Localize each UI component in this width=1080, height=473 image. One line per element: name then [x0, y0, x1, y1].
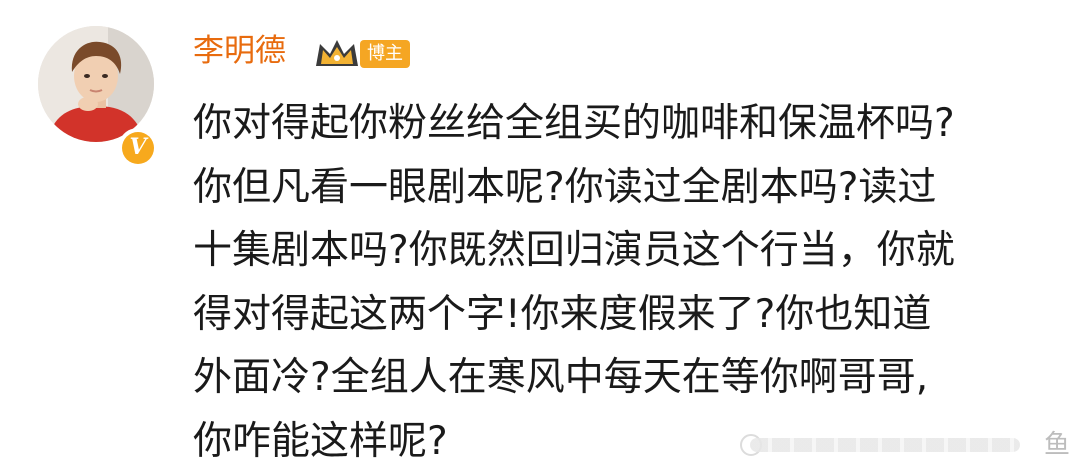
profile-photo-icon	[38, 26, 154, 142]
crown-icon	[312, 36, 362, 70]
content-line: 你但凡看一眼剧本呢?你读过全剧本吗?读过	[193, 156, 1053, 220]
avatar-photo	[38, 26, 154, 142]
author-avatar[interactable]: V	[38, 26, 154, 142]
watermark-text: 鱼	[1044, 428, 1070, 462]
author-name[interactable]: 李明德	[193, 30, 286, 72]
watermark: 鱼	[740, 426, 1070, 462]
blogger-badge: 博主	[360, 40, 410, 68]
weibo-post: V 李明德 博主 你对得起你粉丝给全组买的咖啡和保温杯吗? 你但凡看一眼剧本呢?…	[0, 0, 1080, 470]
content-line: 你对得起你粉丝给全组买的咖啡和保温杯吗?	[193, 92, 1053, 156]
post-content: 你对得起你粉丝给全组买的咖啡和保温杯吗? 你但凡看一眼剧本呢?你读过全剧本吗?读…	[193, 92, 1053, 473]
content-line: 十集剧本吗?你既然回归演员这个行当，你就	[193, 219, 1053, 283]
content-line: 外面冷?全组人在寒风中每天在等你啊哥哥,	[193, 346, 1053, 410]
watermark-blur	[750, 438, 1020, 452]
content-line: 得对得起这两个字!你来度假来了?你也知道	[193, 283, 1053, 347]
verified-badge: V	[118, 128, 158, 168]
verified-v-icon: V	[122, 132, 154, 164]
